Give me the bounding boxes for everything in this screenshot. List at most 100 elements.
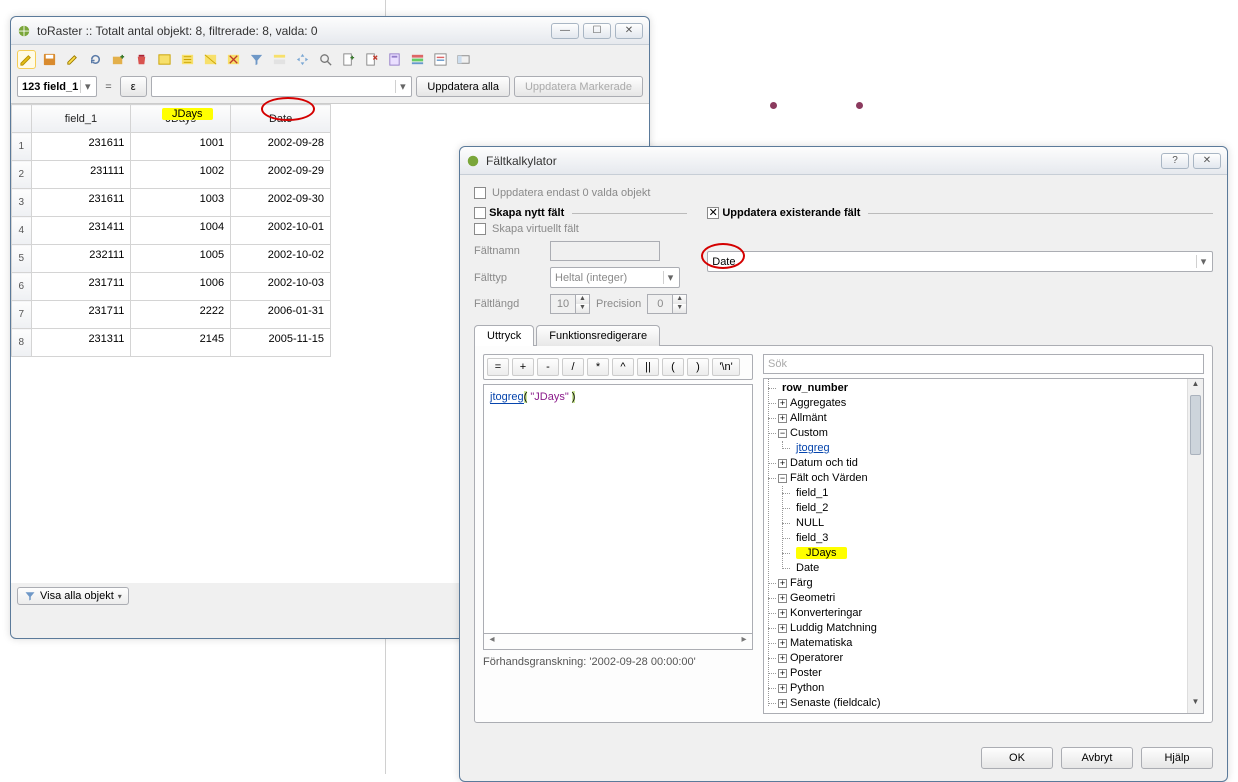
op-button[interactable]: /: [562, 358, 584, 376]
cancel-button[interactable]: Avbryt: [1061, 747, 1133, 769]
op-button[interactable]: -: [537, 358, 559, 376]
filter-icon[interactable]: [247, 50, 266, 69]
row-header[interactable]: 8: [12, 329, 32, 357]
cell[interactable]: 1002: [131, 161, 231, 189]
field-select-combo[interactable]: 123 field_1▾: [17, 76, 97, 97]
create-virtual-checkbox: [474, 223, 486, 235]
row-header[interactable]: 6: [12, 273, 32, 301]
delete-column-icon[interactable]: [362, 50, 381, 69]
update-existing-checkbox[interactable]: ✕: [707, 207, 719, 219]
minimize-button[interactable]: —: [551, 23, 579, 39]
select-expr-icon[interactable]: [155, 50, 174, 69]
row-header[interactable]: 4: [12, 217, 32, 245]
qgis-icon: [17, 24, 31, 38]
cell[interactable]: 231711: [31, 301, 131, 329]
row-header[interactable]: 5: [12, 245, 32, 273]
update-selected-checkbox: [474, 187, 486, 199]
cell[interactable]: 1001: [131, 133, 231, 161]
cell[interactable]: 2002-10-03: [231, 273, 331, 301]
function-search-input[interactable]: Sök: [763, 354, 1204, 374]
preview-text: Förhandsgranskning: '2002-09-28 00:00:00…: [483, 656, 753, 668]
function-tree[interactable]: row_number +Aggregates +Allmänt −Custom …: [763, 378, 1204, 714]
row-header[interactable]: 2: [12, 161, 32, 189]
cell[interactable]: 231611: [31, 189, 131, 217]
reload-icon[interactable]: [86, 50, 105, 69]
close-button[interactable]: ✕: [1193, 153, 1221, 169]
expression-editor[interactable]: jtogreg( "JDays" ): [483, 384, 753, 634]
cell[interactable]: 231611: [31, 133, 131, 161]
op-button[interactable]: '\n': [712, 358, 740, 376]
row-header[interactable]: 1: [12, 133, 32, 161]
expression-dialog-button[interactable]: ε: [120, 76, 147, 97]
column-header[interactable]: field_1: [31, 105, 131, 133]
cell[interactable]: 2222: [131, 301, 231, 329]
cell[interactable]: 1003: [131, 189, 231, 217]
cell[interactable]: 231111: [31, 161, 131, 189]
select-all-icon[interactable]: [178, 50, 197, 69]
toggle-edit-icon[interactable]: [17, 50, 36, 69]
fieldname-input: [550, 241, 660, 261]
op-button[interactable]: =: [487, 358, 509, 376]
field-calc-icon[interactable]: [385, 50, 404, 69]
pencil-icon[interactable]: [63, 50, 82, 69]
titlebar[interactable]: toRaster :: Totalt antal objekt: 8, filt…: [11, 17, 649, 45]
op-button[interactable]: +: [512, 358, 534, 376]
cell[interactable]: 231411: [31, 217, 131, 245]
invert-selection-icon[interactable]: [201, 50, 220, 69]
cell[interactable]: 231711: [31, 273, 131, 301]
target-field-combo[interactable]: Date▾: [707, 251, 1213, 272]
tab-expression[interactable]: Uttryck: [474, 325, 534, 346]
delete-selected-icon[interactable]: [132, 50, 151, 69]
show-all-features-button[interactable]: Visa alla objekt▾: [17, 587, 129, 605]
op-button[interactable]: ): [687, 358, 709, 376]
expression-input[interactable]: ▾: [151, 76, 413, 97]
cell[interactable]: 1005: [131, 245, 231, 273]
op-button[interactable]: (: [662, 358, 684, 376]
toolbar: [11, 45, 649, 74]
row-header[interactable]: 7: [12, 301, 32, 329]
help-button[interactable]: ?: [1161, 153, 1189, 169]
update-all-button[interactable]: Uppdatera alla: [416, 76, 510, 97]
add-feature-icon[interactable]: [109, 50, 128, 69]
cell[interactable]: 2002-09-30: [231, 189, 331, 217]
cell[interactable]: 2005-11-15: [231, 329, 331, 357]
tree-item-jdays: JDays: [796, 547, 847, 559]
cell[interactable]: 1006: [131, 273, 231, 301]
cell[interactable]: 2002-09-29: [231, 161, 331, 189]
pan-to-icon[interactable]: [293, 50, 312, 69]
op-button[interactable]: ||: [637, 358, 659, 376]
deselect-icon[interactable]: [224, 50, 243, 69]
cell[interactable]: 2002-10-01: [231, 217, 331, 245]
window-title: toRaster :: Totalt antal objekt: 8, filt…: [37, 24, 551, 38]
create-new-field-checkbox[interactable]: [474, 207, 486, 219]
zoom-to-icon[interactable]: [316, 50, 335, 69]
cell[interactable]: 2145: [131, 329, 231, 357]
cell[interactable]: 231311: [31, 329, 131, 357]
h-scrollbar[interactable]: ◂▸: [483, 634, 753, 650]
conditional-format-icon[interactable]: [408, 50, 427, 69]
maximize-button[interactable]: ☐: [583, 23, 611, 39]
op-button[interactable]: *: [587, 358, 609, 376]
titlebar[interactable]: Fältkalkylator ? ✕: [460, 147, 1227, 175]
help-button[interactable]: Hjälp: [1141, 747, 1213, 769]
form-view-icon[interactable]: [431, 50, 450, 69]
save-edits-icon[interactable]: [40, 50, 59, 69]
v-scrollbar[interactable]: ▲▼: [1187, 379, 1203, 713]
op-button[interactable]: ^: [612, 358, 634, 376]
quick-field-calc-bar: 123 field_1▾ = ε ▾ Uppdatera alla Uppdat…: [11, 74, 649, 103]
ok-button[interactable]: OK: [981, 747, 1053, 769]
cell[interactable]: 232111: [31, 245, 131, 273]
new-column-icon[interactable]: [339, 50, 358, 69]
dock-icon[interactable]: [454, 50, 473, 69]
column-header[interactable]: Date: [231, 105, 331, 133]
jdays-highlight: JDays: [162, 108, 213, 120]
tab-function-editor[interactable]: Funktionsredigerare: [536, 325, 660, 346]
cell[interactable]: 2006-01-31: [231, 301, 331, 329]
cell[interactable]: 2002-10-02: [231, 245, 331, 273]
cell[interactable]: 1004: [131, 217, 231, 245]
move-top-icon[interactable]: [270, 50, 289, 69]
field-calculator-window: Fältkalkylator ? ✕ Uppdatera endast 0 va…: [459, 146, 1228, 782]
row-header[interactable]: 3: [12, 189, 32, 217]
close-button[interactable]: ✕: [615, 23, 643, 39]
cell[interactable]: 2002-09-28: [231, 133, 331, 161]
